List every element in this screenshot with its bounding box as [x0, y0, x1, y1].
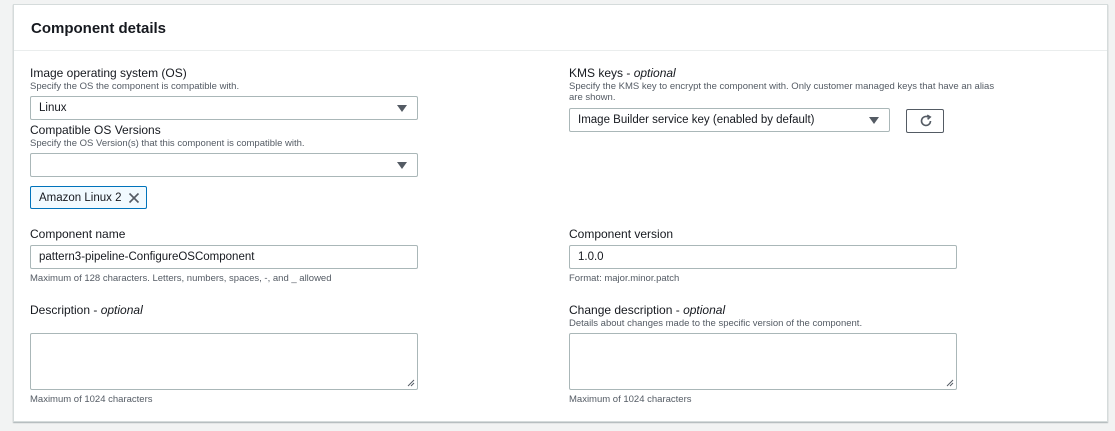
- compatible-os-versions-label: Compatible OS Versions: [30, 123, 161, 137]
- caret-down-icon: [397, 105, 407, 112]
- panel-header: Component details: [14, 5, 1107, 51]
- kms-keys-label-text: KMS keys: [569, 66, 624, 80]
- description-label-text: Description: [30, 303, 91, 317]
- description-hint: Maximum of 1024 characters: [30, 394, 153, 405]
- description-textarea[interactable]: [30, 333, 418, 390]
- kms-keys-label-separator: -: [623, 66, 634, 80]
- os-select-value: Linux: [39, 102, 67, 114]
- description-label-separator: -: [90, 303, 101, 317]
- resize-handle-icon[interactable]: [946, 379, 954, 387]
- kms-keys-optional-text: optional: [633, 66, 676, 80]
- os-select[interactable]: Linux: [30, 96, 418, 120]
- compatible-os-versions-description: Specify the OS Version(s) that this comp…: [30, 138, 305, 149]
- component-name-value: pattern3-pipeline-ConfigureOSComponent: [39, 251, 255, 263]
- kms-keys-description: Specify the KMS key to encrypt the compo…: [569, 81, 995, 103]
- panel-title: Component details: [31, 20, 167, 37]
- change-description-label: Change description - optional: [569, 303, 725, 317]
- change-description-label-separator: -: [672, 303, 684, 317]
- os-version-token: Amazon Linux 2: [30, 186, 147, 209]
- resize-handle-icon[interactable]: [407, 379, 415, 387]
- close-icon[interactable]: [128, 192, 140, 204]
- refresh-icon: [920, 114, 932, 127]
- refresh-kms-keys-button[interactable]: [906, 109, 944, 133]
- description-label: Description - optional: [30, 303, 143, 317]
- change-description-description: Details about changes made to the specif…: [569, 318, 863, 329]
- change-description-label-text: Change description: [569, 303, 673, 317]
- component-name-input[interactable]: pattern3-pipeline-ConfigureOSComponent: [30, 245, 418, 269]
- kms-keys-label: KMS keys - optional: [569, 66, 676, 80]
- component-name-hint: Maximum of 128 characters. Letters, numb…: [30, 273, 332, 284]
- component-version-value: 1.0.0: [578, 251, 604, 263]
- description-optional-text: optional: [100, 303, 143, 317]
- kms-keys-select-value: Image Builder service key (enabled by de…: [578, 114, 815, 126]
- component-version-label: Component version: [569, 227, 674, 241]
- change-description-hint: Maximum of 1024 characters: [569, 394, 692, 405]
- change-description-optional-text: optional: [683, 303, 726, 317]
- caret-down-icon: [869, 117, 879, 124]
- kms-keys-select[interactable]: Image Builder service key (enabled by de…: [569, 108, 890, 132]
- os-description: Specify the OS the component is compatib…: [30, 81, 240, 92]
- component-name-label: Component name: [30, 227, 126, 241]
- os-label: Image operating system (OS): [30, 66, 187, 80]
- component-version-input[interactable]: 1.0.0: [569, 245, 957, 269]
- os-version-token-label: Amazon Linux 2: [39, 192, 122, 204]
- caret-down-icon: [397, 162, 407, 169]
- compatible-os-versions-select[interactable]: [30, 153, 418, 177]
- change-description-textarea[interactable]: [569, 333, 957, 390]
- component-version-hint: Format: major.minor.patch: [569, 273, 680, 284]
